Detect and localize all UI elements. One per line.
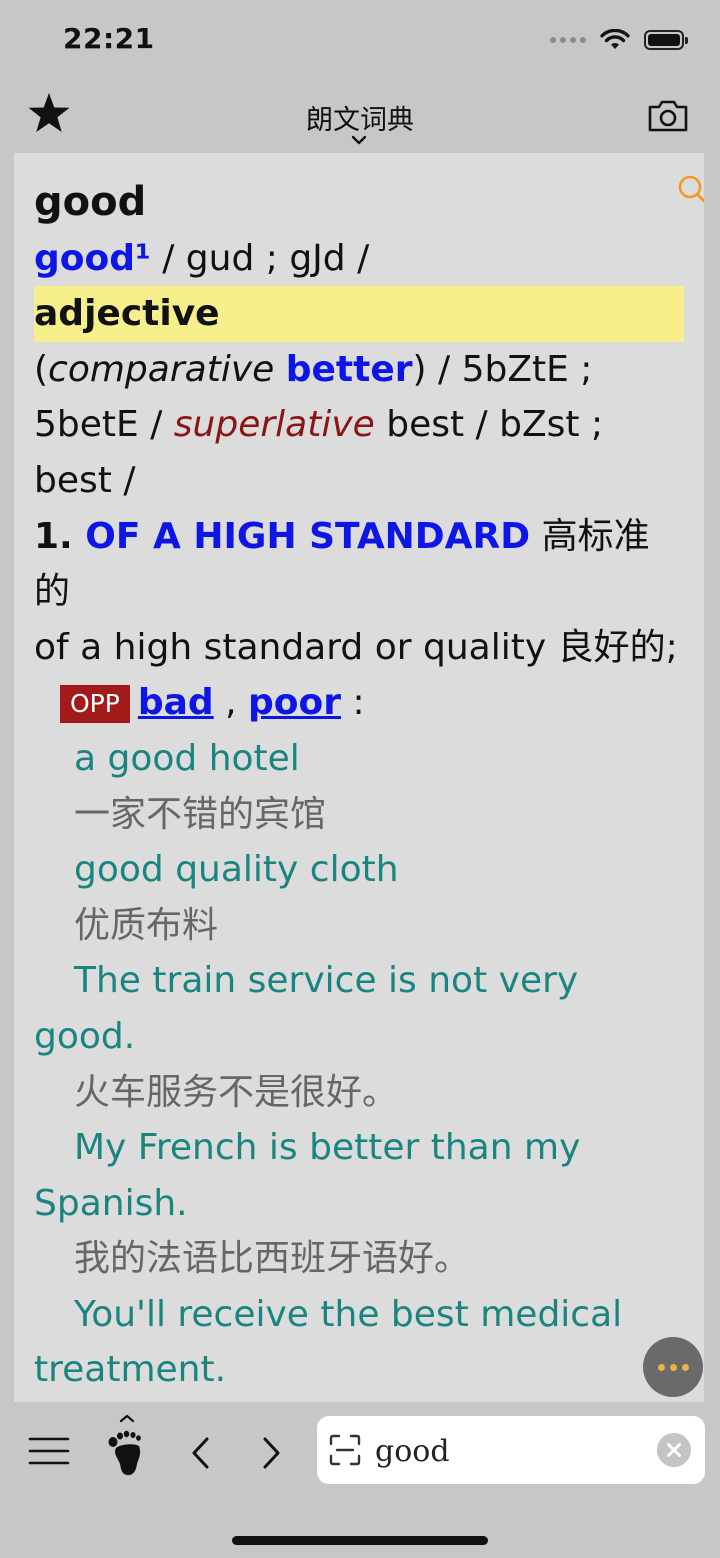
comparative-label: comparative <box>48 348 275 390</box>
dictionary-title[interactable]: 朗文词典 <box>0 98 720 137</box>
nav-bar: 朗文词典 <box>0 80 720 152</box>
battery-icon <box>644 30 688 50</box>
pronunciation-line: good¹ / gud ; gJd / <box>34 231 684 287</box>
history-footprint-icon[interactable] <box>106 1414 148 1476</box>
menu-icon[interactable] <box>28 1436 70 1466</box>
pron-word: good¹ <box>34 237 151 279</box>
more-options-button[interactable] <box>643 1337 703 1397</box>
definition: of a high standard or quality 良好的; <box>34 626 678 668</box>
example-cn: 优质布料 <box>74 904 219 946</box>
status-time: 22:21 <box>63 22 155 55</box>
example-en: You'll receive the best medical treatmen… <box>34 1293 623 1391</box>
camera-icon[interactable] <box>646 98 690 134</box>
entry-panel[interactable]: good good¹ / gud ; gJd / adjective (comp… <box>14 153 704 1402</box>
part-of-speech: adjective <box>34 286 684 342</box>
opposite-link-poor[interactable]: poor <box>248 682 341 723</box>
comparative-word[interactable]: better <box>286 349 413 390</box>
example-en: a good hotel <box>74 737 300 779</box>
more-dot <box>681 1363 689 1371</box>
more-dot <box>669 1363 677 1371</box>
headword: good <box>34 179 147 225</box>
back-chevron-icon[interactable] <box>188 1436 214 1470</box>
status-icons <box>550 26 688 54</box>
example-cn: 一家不错的宾馆 <box>74 793 327 835</box>
signpost: OF A HIGH STANDARD <box>85 515 531 557</box>
sense-heading: 1. OF A HIGH STANDARD 高标准的 <box>34 509 684 620</box>
word-forms: (comparative better) / 5bZtE ; 5betE / s… <box>34 342 684 509</box>
example-en: good quality cloth <box>74 849 399 891</box>
home-indicator <box>232 1536 488 1545</box>
opp-badge: OPP <box>60 685 130 724</box>
opposite-link-bad[interactable]: bad <box>138 682 214 723</box>
search-input[interactable] <box>373 1426 647 1476</box>
forward-chevron-icon[interactable] <box>258 1436 284 1470</box>
signal-icon <box>550 37 586 43</box>
pronunciation: / gud ; gJd / <box>150 237 370 279</box>
status-bar: 22:21 <box>0 0 720 80</box>
example-cn: 火车服务不是很好。 <box>74 1071 399 1113</box>
opp-end: : <box>341 682 365 724</box>
opp-separator: , <box>213 682 249 724</box>
entry-content: good good¹ / gud ; gJd / adjective (comp… <box>34 175 684 1398</box>
example-cn: 我的法语比西班牙语好。 <box>74 1238 471 1280</box>
chevron-down-icon[interactable] <box>350 134 368 146</box>
search-field[interactable] <box>317 1416 705 1484</box>
sense-number: 1. <box>34 515 86 557</box>
forms-open: ( <box>34 348 49 390</box>
bottom-toolbar <box>0 1402 720 1558</box>
example-en: My French is better than my Spanish. <box>34 1127 581 1224</box>
clear-icon[interactable] <box>657 1433 691 1467</box>
opposites-line: OPP bad , poor : <box>34 675 684 731</box>
example-en: The train service is not very good. <box>34 960 579 1057</box>
more-dot <box>657 1363 665 1371</box>
superlative-label: superlative <box>173 404 375 446</box>
scan-icon[interactable] <box>329 1434 361 1466</box>
wifi-icon <box>600 29 630 49</box>
